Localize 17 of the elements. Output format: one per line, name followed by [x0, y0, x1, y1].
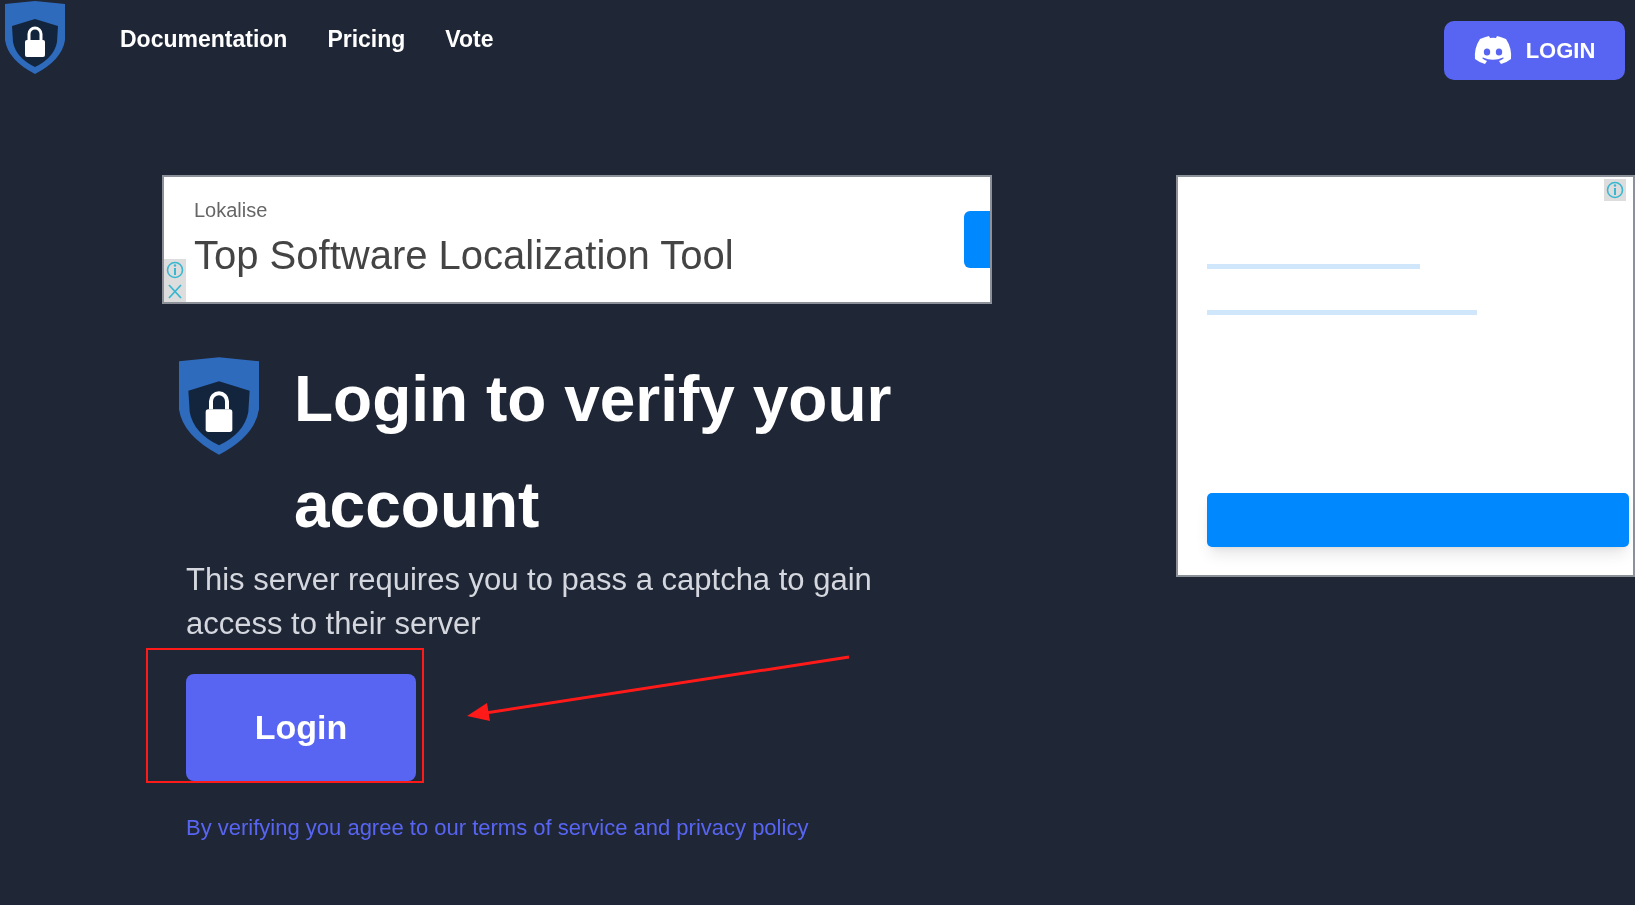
close-icon[interactable]	[164, 281, 186, 302]
ad-headline: Top Software Localization Tool	[194, 232, 734, 279]
ad-banner[interactable]: Lokalise Top Software Localization Tool	[162, 175, 992, 304]
page-heading: Login to verify your account	[294, 362, 893, 543]
ad-advertiser: Lokalise	[194, 198, 268, 223]
discord-icon	[1473, 36, 1512, 65]
discord-login-button[interactable]: LOGIN	[1444, 21, 1625, 80]
info-icon[interactable]	[164, 259, 186, 281]
nav-link[interactable]: Documentation	[120, 22, 288, 57]
nav-link[interactable]: Pricing	[327, 22, 406, 57]
description-text: This server requires you to pass a captcha to gain access to their server	[186, 561, 873, 643]
ad-panel[interactable]	[1176, 175, 1635, 577]
shield-lock-logo-icon[interactable]	[2, 0, 68, 75]
login-button[interactable]: Login	[186, 674, 416, 781]
nav-link[interactable]: Vote	[445, 22, 494, 57]
ad-cta-button[interactable]	[964, 211, 990, 268]
info-icon[interactable]	[1604, 179, 1626, 201]
